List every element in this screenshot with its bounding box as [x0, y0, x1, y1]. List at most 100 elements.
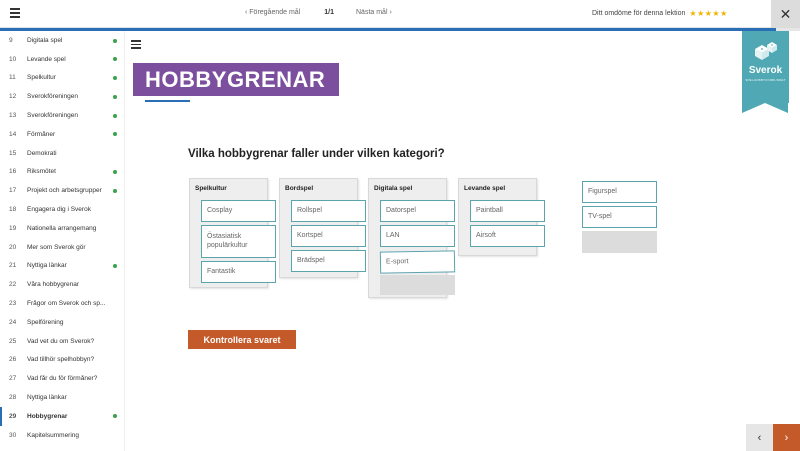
app-root: ‹ Föregående mål 1/1 Nästa mål › Ditt om…: [0, 0, 800, 451]
sidebar-item[interactable]: 18 Engagera dig i Sverok: [0, 200, 124, 219]
answer-chip[interactable]: Cosplay: [201, 200, 276, 222]
logo-brand: Sverok: [748, 65, 783, 76]
sidebar-item-number: 10: [9, 55, 17, 63]
next-page-button[interactable]: ›: [773, 424, 800, 451]
sidebar-item-label: Sverokföreningen: [27, 93, 78, 101]
top-bar: ‹ Föregående mål 1/1 Nästa mål › Ditt om…: [0, 0, 800, 28]
sidebar-item[interactable]: 27 Vad får du för förmåner?: [0, 369, 124, 388]
title-underline: [145, 100, 190, 102]
sidebar-item-number: 28: [9, 394, 17, 402]
sidebar-item-label: Spelkultur: [27, 74, 56, 82]
sidebar-item[interactable]: 10 Levande spel: [0, 50, 124, 69]
next-goal-link[interactable]: Nästa mål ›: [356, 9, 392, 16]
sidebar-item[interactable]: 17 Projekt och arbetsgrupper: [0, 181, 124, 200]
sidebar-item-number: 15: [9, 149, 17, 157]
previous-page-button[interactable]: ‹: [746, 424, 773, 451]
sidebar-item[interactable]: 14 Förmåner: [0, 125, 124, 144]
sidebar-item-number: 13: [9, 112, 17, 120]
answer-chip[interactable]: Rollspel: [291, 200, 366, 222]
sidebar-item[interactable]: 12 Sverokföreningen: [0, 87, 124, 106]
sidebar-item-number: 12: [9, 93, 17, 101]
sidebar-item[interactable]: 24 Spelförening: [0, 313, 124, 332]
sidebar-item-label: Vad vet du om Sverok?: [27, 337, 95, 345]
sidebar-item-number: 14: [9, 130, 17, 138]
sidebar-item-label: Engagera dig i Sverok: [27, 206, 91, 214]
page-title: HOBBYGRENAR: [133, 63, 339, 96]
sidebar-item[interactable]: 22 Våra hobbygrenar: [0, 275, 124, 294]
sidebar-item[interactable]: 13 Sverokföreningen: [0, 106, 124, 125]
sidebar-item-label: Våra hobbygrenar: [27, 281, 80, 289]
sidebar-item-number: 17: [9, 187, 17, 195]
answer-chip[interactable]: Paintball: [470, 200, 545, 222]
sidebar-item-label: Sverokföreningen: [27, 112, 78, 120]
empty-drop-slot[interactable]: [380, 275, 455, 295]
sidebar-item-number: 11: [9, 74, 16, 82]
sidebar-item[interactable]: 23 Frågor om Sverok och sp...: [0, 294, 124, 313]
menu-icon[interactable]: [10, 8, 20, 18]
sidebar-item[interactable]: 26 Vad tillhör spelhobbyn?: [0, 351, 124, 370]
answer-chip[interactable]: Fantastik: [201, 261, 276, 283]
sidebar-item-number: 26: [9, 356, 17, 364]
dice-icon: [755, 42, 777, 60]
answer-chip[interactable]: Airsoft: [470, 225, 545, 247]
answer-chip[interactable]: E-sport: [379, 250, 456, 274]
sidebar-item-label: Vad tillhör spelhobbyn?: [27, 356, 95, 364]
sidebar-item-label: Spelförening: [27, 318, 64, 326]
sidebar-item[interactable]: 25 Vad vet du om Sverok?: [0, 332, 124, 351]
pool-chip[interactable]: Figurspel: [582, 181, 657, 203]
page-indicator: 1/1: [324, 9, 334, 16]
sidebar-item-number: 23: [9, 300, 17, 308]
category-title: Spelkultur: [195, 185, 227, 192]
sidebar-item-number: 29: [9, 412, 17, 420]
sidebar-item-label: Frågor om Sverok och sp...: [27, 300, 106, 308]
close-icon: ✕: [779, 5, 792, 22]
sidebar-item-number: 24: [9, 318, 17, 326]
sverok-logo: Sverok SPELHOBBYFÖRBUNDET: [742, 31, 789, 113]
chevron-left-icon: ‹: [757, 431, 762, 444]
completed-dot-icon: [113, 113, 117, 118]
sidebar-item-label: Riksmötet: [27, 168, 56, 176]
question-text: Vilka hobbygrenar faller under vilken ka…: [188, 148, 445, 160]
star-rating-icon[interactable]: ★★★★★: [689, 9, 727, 18]
sidebar-item-label: Kapitelsummering: [27, 431, 80, 439]
rating-label: Ditt omdöme för denna lektion: [592, 10, 686, 17]
sidebar-item[interactable]: 19 Nationella arrangemang: [0, 219, 124, 238]
answer-chip[interactable]: Brädspel: [291, 250, 366, 272]
check-answer-button[interactable]: Kontrollera svaret: [188, 330, 296, 349]
goal-navigation: ‹ Föregående mål 1/1 Nästa mål ›: [245, 9, 392, 16]
sidebar-item-label: Nyttiga länkar: [27, 394, 67, 402]
sidebar-item-label: Förmåner: [27, 130, 56, 138]
answer-chip[interactable]: Kortspel: [291, 225, 366, 247]
category-title: Digitala spel: [374, 185, 413, 192]
sidebar-item[interactable]: 16 Riksmötet: [0, 163, 124, 182]
sidebar-item-label: Nationella arrangemang: [27, 224, 97, 232]
category-title: Levande spel: [464, 185, 506, 192]
empty-drop-slot[interactable]: [582, 231, 657, 253]
sidebar-item[interactable]: 21 Nyttiga länkar: [0, 257, 124, 276]
content-menu-icon[interactable]: [131, 40, 141, 49]
logo-subtitle: SPELHOBBYFÖRBUNDET: [745, 78, 786, 82]
sidebar-item[interactable]: 15 Demokrati: [0, 144, 124, 163]
answer-chip[interactable]: Östasiatisk populärkultur: [201, 225, 276, 258]
answer-chip[interactable]: LAN: [380, 225, 455, 247]
sidebar-item[interactable]: 30 Kapitelsummering: [0, 426, 124, 445]
sidebar-item-number: 18: [9, 206, 17, 214]
previous-goal-link[interactable]: ‹ Föregående mål: [245, 9, 300, 16]
sidebar-item-number: 30: [9, 431, 17, 439]
lesson-rating: Ditt omdöme för denna lektion ★★★★★: [592, 9, 728, 18]
completed-dot-icon: [113, 188, 117, 193]
sidebar-item[interactable]: 9 Digitala spel: [0, 31, 124, 50]
sidebar-item-number: 19: [9, 224, 17, 232]
sidebar-item-label: Nyttiga länkar: [27, 262, 67, 270]
sidebar-item-number: 9: [9, 36, 13, 44]
category-title: Bordspel: [285, 185, 314, 192]
close-button[interactable]: ✕: [771, 0, 800, 28]
sidebar-item[interactable]: 28 Nyttiga länkar: [0, 388, 124, 407]
sidebar-item[interactable]: 29 Hobbygrenar: [0, 406, 124, 426]
completed-dot-icon: [113, 38, 117, 43]
sidebar-item[interactable]: 20 Mer som Sverok gör: [0, 238, 124, 257]
pool-chip[interactable]: TV-spel: [582, 206, 657, 228]
sidebar-item-label: Hobbygrenar: [27, 412, 68, 420]
sidebar-item[interactable]: 11 Spelkultur: [0, 69, 124, 88]
answer-chip[interactable]: Datorspel: [380, 200, 455, 222]
